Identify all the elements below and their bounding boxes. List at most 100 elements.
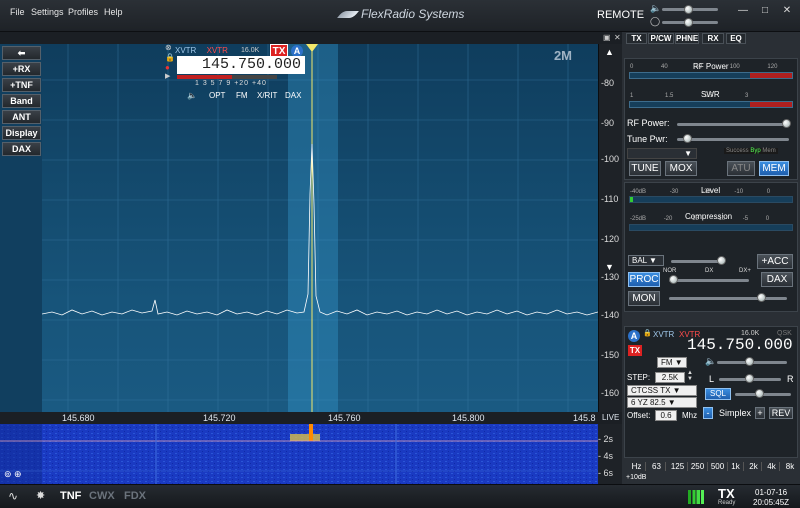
monitor-knob[interactable] [757,293,766,302]
tune-pwr-slider[interactable] [677,138,789,141]
lock-icon[interactable]: 🔒 [165,53,175,62]
proc-button[interactable]: PROC [628,272,660,287]
bal-dropdown[interactable]: BAL ▼ [628,255,664,266]
mox-button[interactable]: MOX [665,161,697,176]
simplex-button[interactable]: Simplex [715,407,755,419]
tab-rx[interactable]: RX [702,33,724,44]
proc-knob[interactable] [669,275,678,284]
mode-dropdown[interactable]: FM ▼ [657,357,687,368]
tune-pwr-knob[interactable] [683,134,692,143]
eq-band-2k[interactable]: 2k [746,462,762,471]
headphone-volume-knob[interactable] [684,18,693,27]
rf-power-knob[interactable] [782,119,791,128]
step-value[interactable]: 2.5K [655,372,685,383]
master-volume-knob[interactable] [684,5,693,14]
rf-power-slider[interactable] [677,123,789,126]
rx-frequency[interactable]: 145.750.000 [687,336,793,354]
eq-band-8k[interactable]: 8k [782,462,798,471]
rx-tx-badge[interactable]: TX [628,345,642,356]
menu-settings[interactable]: Settings [31,7,64,17]
tx-status[interactable]: TX [718,486,735,501]
rx-audio-knob[interactable] [745,357,754,366]
tab-tx[interactable]: TX [626,33,647,44]
phone-dax-button[interactable]: DAX [761,272,793,287]
sql-button[interactable]: SQL [705,388,731,400]
menu-file[interactable]: File [10,7,25,17]
tx-profile-dropdown[interactable]: ▼ [627,148,697,159]
proc-slider[interactable] [669,279,749,282]
speaker-icon[interactable]: 🔈 [650,3,661,14]
rx-speaker-icon[interactable]: 🔈 [705,356,716,367]
squelch-knob[interactable] [755,389,764,398]
tune-button[interactable]: TUNE [629,161,661,176]
acc-button[interactable]: +ACC [757,254,793,269]
close-slice-icon[interactable]: ⊗ [165,43,172,52]
monitor-slider[interactable] [669,297,787,300]
atu-button[interactable]: ATU [727,161,755,176]
menu-profiles[interactable]: Profiles [68,7,98,17]
ctcss-dropdown[interactable]: CTCSS TX ▼ [627,385,697,396]
headphones-icon[interactable]: ◯ [650,16,660,27]
zoom-out-icon[interactable]: ⊚ [4,469,12,480]
xrit-button[interactable]: X/RIT [257,91,277,100]
record-icon[interactable]: ● [165,63,170,72]
db-scale[interactable]: ▲ -80 -90 -100 -110 -120 -130 -140 -150 … [598,44,622,412]
rx-xvtr-left[interactable]: XVTR [653,330,674,339]
mode-fm-button[interactable]: FM [236,91,248,100]
network-icon[interactable]: ✸ [36,489,45,502]
fdx-toggle[interactable]: FDX [124,490,146,502]
dock-icon[interactable]: ▣ [603,33,611,42]
step-spinner-icon[interactable]: ▲ ▼ [687,370,693,382]
menu-help[interactable]: Help [104,7,123,17]
slice-flag[interactable]: XVTR XVTR 16.0K ⊗ 🔒 ● ▶ TX A 145.750.000… [165,43,305,104]
minimize-button[interactable]: — [734,4,752,18]
rx-slice-letter-badge[interactable]: A [628,330,640,342]
offset-field[interactable]: 0.6 [655,410,677,421]
ant-button[interactable]: ANT [2,110,41,124]
opt-button[interactable]: OPT [209,91,225,100]
scale-down-icon[interactable]: ▼ [605,262,614,272]
slice-frequency[interactable]: 145.750.000 [177,56,305,74]
tnf-toggle[interactable]: TNF [60,490,81,502]
frequency-axis[interactable]: 145.680 145.720 145.760 145.800 145.8 LI… [0,412,622,424]
tab-phne[interactable]: PHNE [675,33,699,44]
zoom-in-icon[interactable]: ⊕ [14,469,22,480]
tone-dropdown[interactable]: 6 YZ 82.5 ▼ [627,397,697,408]
rx-lock-icon[interactable]: 🔒 [643,329,652,337]
eq-band-500[interactable]: 500 [708,462,728,471]
cwx-toggle[interactable]: CWX [89,490,115,502]
maximize-button[interactable]: □ [756,4,774,18]
eq-band-4k[interactable]: 4k [764,462,780,471]
dax-button[interactable]: DAX [2,142,41,156]
waterfall[interactable]: ⊚ ⊕ [0,424,598,484]
waveform-icon[interactable]: ∿ [8,489,18,503]
play-icon[interactable]: ▶ [165,72,170,80]
collapse-arrow-button[interactable]: ⬅ [2,46,41,60]
eq-band-1k[interactable]: 1k [728,462,744,471]
panadapter[interactable]: 2M [42,44,598,412]
live-label[interactable]: LIVE [602,413,619,422]
speaker-icon[interactable]: 🔈 [187,91,197,100]
close-button[interactable]: ✕ [778,4,796,18]
mon-button[interactable]: MON [628,291,660,306]
close-icon[interactable]: ✕ [614,33,621,42]
display-button[interactable]: Display [2,126,41,140]
mem-button[interactable]: MEM [759,161,789,176]
band-button[interactable]: Band [2,94,41,108]
mic-level-knob[interactable] [717,256,726,265]
add-rx-button[interactable]: +RX [2,62,41,76]
offset-plus-button[interactable]: + [755,407,765,419]
tab-eq[interactable]: EQ [726,33,746,44]
tab-pcw[interactable]: P/CW [648,33,674,44]
slice-dax-button[interactable]: DAX [285,91,301,100]
rx-pan-knob[interactable] [745,374,754,383]
slice-xvtr-right[interactable]: XVTR [207,46,228,55]
add-tnf-button[interactable]: +TNF [2,78,41,92]
offset-minus-button[interactable]: - [703,407,713,419]
eq-band-125[interactable]: 125 [668,462,688,471]
eq-band-250[interactable]: 250 [688,462,708,471]
slice-xvtr-left[interactable]: XVTR [175,46,196,55]
eq-band-63[interactable]: 63 [648,462,666,471]
rev-button[interactable]: REV [769,407,793,419]
scale-up-icon[interactable]: ▲ [605,47,614,57]
